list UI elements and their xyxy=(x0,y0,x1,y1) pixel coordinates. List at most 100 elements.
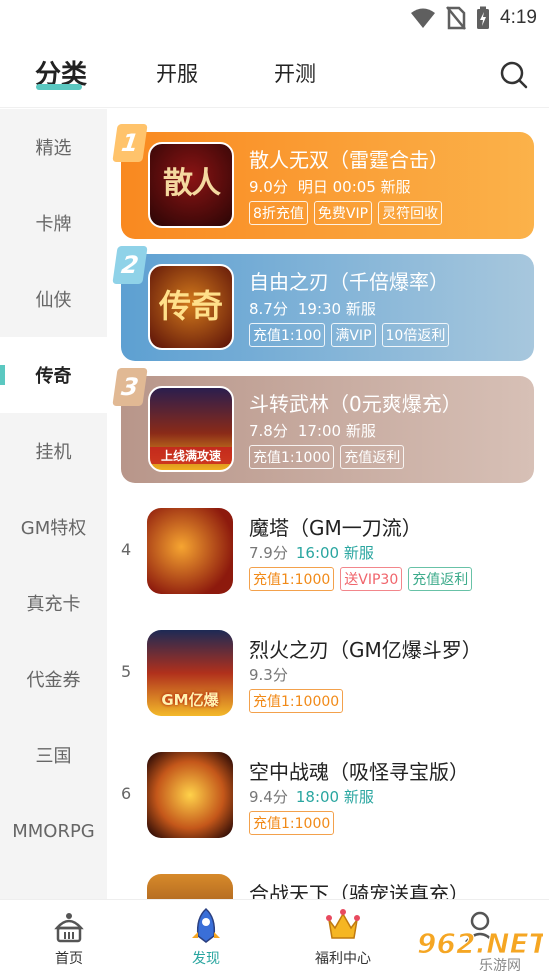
game-meta: 7.8分 17:00 新服 xyxy=(249,420,376,441)
rank-number: 6 xyxy=(121,784,132,803)
game-tag: 充值1:100 xyxy=(249,323,326,347)
rank-badge: 3 xyxy=(112,368,148,406)
status-icons: 4:19 xyxy=(410,6,537,30)
game-icon[interactable]: 散人 xyxy=(148,142,234,228)
game-title: 空中战魂（吸怪寻宝版） xyxy=(249,760,469,784)
top-tab-bar: 分类 开服 开测 xyxy=(0,38,549,108)
nav-welfare[interactable]: 福利中心 xyxy=(288,906,398,968)
sidebar-item-card[interactable]: 卡牌 xyxy=(0,185,107,261)
game-icon[interactable] xyxy=(147,874,233,899)
game-meta: 8.7分 19:30 新服 xyxy=(249,298,376,319)
status-bar: 4:19 xyxy=(0,0,549,38)
sidebar-item-real-charge[interactable]: 真充卡 xyxy=(0,565,107,641)
featured-game-card[interactable]: 1 散人 散人无双（雷霆合击） 9.0分 明日 00:05 新服 8折充值 免费V… xyxy=(112,124,534,239)
game-score: 7.9分 xyxy=(249,544,288,562)
rank-number: 4 xyxy=(121,540,132,559)
game-title: 斗转武林（0元爽爆充） xyxy=(249,392,462,416)
game-title: 合战天下（骑宠送真充） xyxy=(249,882,469,899)
game-tag: 充值1:10000 xyxy=(249,689,344,713)
nav-label: 首页 xyxy=(55,951,83,967)
game-meta: 9.3分 xyxy=(249,664,288,685)
game-tag: 充值1:1000 xyxy=(249,567,335,591)
site-watermark-logo: 962.NET 乐游网 xyxy=(417,927,544,974)
game-score: 8.7分 xyxy=(249,300,288,318)
home-icon xyxy=(54,913,84,943)
game-list-item[interactable]: 6 空中战魂（吸怪寻宝版） 9.4分 18:00 新服 充值1:1000 xyxy=(107,742,549,864)
sidebar-item-mmorpg[interactable]: MMORPG xyxy=(0,793,107,869)
game-icon[interactable]: GM亿爆 xyxy=(147,630,233,716)
game-tag: 充值返利 xyxy=(408,567,473,591)
game-title: 魔塔（GM一刀流） xyxy=(249,516,422,540)
game-list-item[interactable]: 4 魔塔（GM一刀流） 7.9分 16:00 新服 充值1:1000 送VIP30… xyxy=(107,498,549,620)
no-sim-icon xyxy=(446,6,466,30)
game-icon[interactable]: 传奇 xyxy=(148,264,234,350)
game-tag: 充值1:1000 xyxy=(249,445,335,469)
game-title: 烈火之刃（GM亿爆斗罗） xyxy=(249,638,482,662)
featured-game-card[interactable]: 2 传奇 自由之刃（千倍爆率） 8.7分 19:30 新服 充值1:100 满VI… xyxy=(112,246,534,361)
game-icon-art: 散人 xyxy=(163,166,221,201)
battery-charging-icon xyxy=(477,6,490,29)
featured-game-card[interactable]: 3 上线满攻速 斗转武林（0元爽爆充） 7.8分 17:00 新服 充值1:100… xyxy=(112,368,534,483)
sidebar-item-xianxia[interactable]: 仙侠 xyxy=(0,261,107,337)
sidebar-item-gm[interactable]: GM特权 xyxy=(0,489,107,565)
wifi-icon xyxy=(411,8,436,28)
game-icon-art: 传奇 xyxy=(158,287,223,325)
nav-label: 发现 xyxy=(192,951,220,967)
game-tag: 灵符回收 xyxy=(378,201,443,225)
game-tags: 充值1:100 满VIP 10倍返利 xyxy=(249,323,450,347)
rank-badge: 2 xyxy=(112,246,148,284)
server-time: 16:00 新服 xyxy=(295,544,374,562)
sidebar-item-voucher[interactable]: 代金券 xyxy=(0,641,107,717)
game-tags: 8折充值 免费VIP 灵符回收 xyxy=(249,201,443,225)
category-sidebar: 精选 卡牌 仙侠 传奇 挂机 GM特权 真充卡 代金券 三国 MMORPG xyxy=(0,109,107,899)
game-icon[interactable]: 上线满攻速 xyxy=(148,386,234,472)
game-tags: 充值1:1000 xyxy=(249,811,335,835)
game-icon[interactable] xyxy=(147,752,233,838)
game-tag: 满VIP xyxy=(331,323,376,347)
game-list-item[interactable]: 5 GM亿爆 烈火之刃（GM亿爆斗罗） 9.3分 充值1:10000 xyxy=(107,620,549,742)
discover-icon xyxy=(192,907,220,943)
sidebar-item-featured[interactable]: 精选 xyxy=(0,109,107,185)
welfare-icon xyxy=(326,909,360,939)
game-score: 9.0分 xyxy=(249,178,288,196)
game-icon-art: 上线满攻速 xyxy=(150,447,232,464)
game-tag: 送VIP30 xyxy=(340,567,403,591)
game-tag: 10倍返利 xyxy=(381,323,450,347)
status-time: 4:19 xyxy=(500,7,537,28)
game-meta: 7.9分 16:00 新服 xyxy=(249,542,374,563)
sidebar-item-idle[interactable]: 挂机 xyxy=(0,413,107,489)
game-score: 7.8分 xyxy=(249,422,288,440)
game-title: 自由之刃（千倍爆率） xyxy=(249,270,449,294)
server-time: 18:00 新服 xyxy=(295,788,374,806)
tab-new-server[interactable]: 开服 xyxy=(156,58,198,88)
game-score: 9.3分 xyxy=(249,666,288,684)
game-title: 散人无双（雷霆合击） xyxy=(249,148,449,172)
game-tag: 免费VIP xyxy=(313,201,373,225)
nav-label: 福利中心 xyxy=(315,951,371,967)
nav-discover[interactable]: 发现 xyxy=(151,906,261,968)
server-time: 17:00 新服 xyxy=(297,422,376,440)
game-score: 9.4分 xyxy=(249,788,288,806)
rank-badge: 1 xyxy=(112,124,148,162)
game-tags: 充值1:1000 充值返利 xyxy=(249,445,405,469)
game-tags: 充值1:10000 xyxy=(249,689,344,713)
game-tag: 充值1:1000 xyxy=(249,811,335,835)
server-time: 19:30 新服 xyxy=(297,300,376,318)
game-list-item[interactable]: 合战天下（骑宠送真充） xyxy=(107,864,549,899)
game-tag: 充值返利 xyxy=(340,445,405,469)
game-icon-art: GM亿爆 xyxy=(161,691,219,709)
nav-home[interactable]: 首页 xyxy=(14,906,124,968)
sidebar-item-legend[interactable]: 传奇 xyxy=(0,337,107,413)
server-time: 明日 00:05 新服 xyxy=(297,178,411,196)
watermark-brand: 962.NET xyxy=(417,927,543,960)
watermark-sub: 乐游网 xyxy=(479,958,521,973)
game-tags: 充值1:1000 送VIP30 充值返利 xyxy=(249,567,473,591)
tab-new-test[interactable]: 开测 xyxy=(274,58,316,88)
game-meta: 9.4分 18:00 新服 xyxy=(249,786,374,807)
sidebar-item-three-kingdoms[interactable]: 三国 xyxy=(0,717,107,793)
game-icon[interactable] xyxy=(147,508,233,594)
active-tab-indicator xyxy=(36,84,82,90)
game-tag: 8折充值 xyxy=(249,201,308,225)
search-icon[interactable] xyxy=(499,60,529,90)
game-meta: 9.0分 明日 00:05 新服 xyxy=(249,176,411,197)
